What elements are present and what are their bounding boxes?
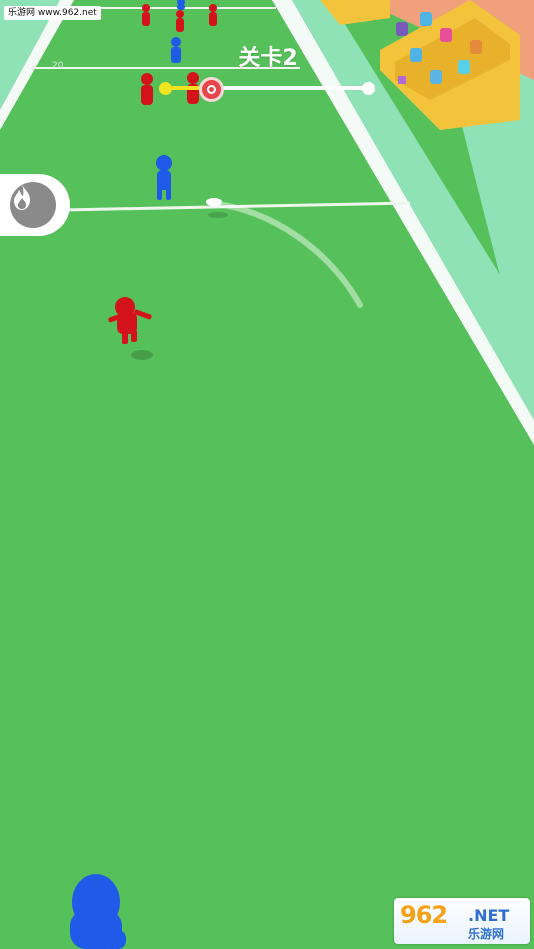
progress-end-dot	[362, 82, 375, 95]
fire-button-circle[interactable]	[10, 182, 56, 228]
spectator	[470, 40, 482, 54]
spectator	[430, 70, 442, 84]
opponent-player	[176, 10, 184, 32]
spectator	[458, 60, 470, 74]
logo-cn: 乐游网	[468, 927, 505, 941]
grass	[0, 0, 534, 949]
progress-track	[166, 86, 368, 90]
level-title: 关卡2	[238, 46, 298, 71]
logo-digits: 962	[400, 901, 448, 929]
opponent-player	[141, 73, 153, 105]
target-marker-icon	[199, 77, 224, 102]
spectator	[410, 48, 422, 62]
teammate-player	[177, 0, 185, 10]
site-logo-watermark: 962 .NET 乐游网	[394, 898, 530, 944]
spectator	[396, 22, 408, 36]
opponent-player	[209, 4, 217, 26]
ball	[206, 198, 222, 206]
teammate-player	[171, 37, 181, 63]
progress-start-dot	[159, 82, 172, 95]
logo-suffix: .NET	[468, 906, 510, 925]
flame-icon	[14, 184, 30, 210]
game-scene[interactable]: 20 乐游网 www.962.net 关卡2 962 .NET 乐游网	[0, 0, 534, 949]
fire-boost-button[interactable]	[0, 174, 70, 236]
site-watermark: 乐游网 www.962.net	[4, 6, 101, 20]
opponent-player	[142, 4, 150, 26]
field-graphics: 20	[0, 0, 534, 949]
yard-marker: 20	[52, 61, 64, 71]
spectator	[440, 28, 452, 42]
spectator	[420, 12, 432, 26]
